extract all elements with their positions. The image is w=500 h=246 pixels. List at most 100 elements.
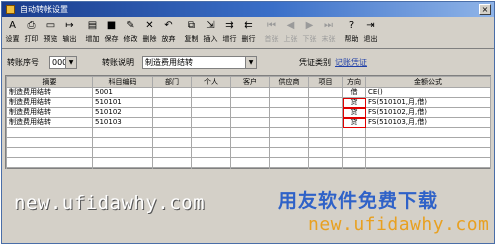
table-cell[interactable] bbox=[269, 147, 309, 158]
table-cell[interactable] bbox=[191, 107, 231, 118]
table-cell[interactable] bbox=[269, 117, 309, 128]
table-cell[interactable] bbox=[152, 147, 192, 158]
table-cell[interactable] bbox=[308, 117, 343, 128]
table-cell[interactable]: 制造费用结转 bbox=[6, 107, 93, 118]
table-cell[interactable] bbox=[308, 137, 343, 148]
column-header[interactable]: 个人 bbox=[191, 76, 231, 88]
table-cell[interactable] bbox=[191, 147, 231, 158]
table-cell[interactable] bbox=[342, 127, 366, 138]
table-cell[interactable]: 制造费用结转 bbox=[6, 97, 93, 108]
table-cell[interactable]: 510101 bbox=[92, 97, 153, 108]
table-cell[interactable] bbox=[269, 127, 309, 138]
toolbar-button-10[interactable]: ⇲ 插入 bbox=[201, 18, 220, 46]
table-cell[interactable] bbox=[191, 117, 231, 128]
toolbar-button-12[interactable]: ⇇ 删行 bbox=[239, 18, 258, 46]
table-cell[interactable]: 510102 bbox=[92, 107, 153, 118]
toolbar-button-14[interactable]: ◀ 上张 bbox=[281, 18, 300, 46]
column-header[interactable]: 项目 bbox=[308, 76, 343, 88]
toolbar-button-17[interactable]: ? 帮助 bbox=[342, 18, 361, 46]
table-cell[interactable] bbox=[230, 137, 270, 148]
table-row[interactable]: 制造费用结转 510102 贷 FS(510102,月,借) bbox=[6, 107, 491, 118]
toolbar-button-5[interactable]: ■ 保存 bbox=[102, 18, 121, 46]
column-header[interactable]: 客户 bbox=[230, 76, 270, 88]
toolbar-button-1[interactable]: ⎙ 打印 bbox=[22, 18, 41, 46]
column-header[interactable]: 科目编码 bbox=[92, 76, 153, 88]
table-cell[interactable] bbox=[342, 147, 366, 158]
table-cell[interactable] bbox=[191, 97, 231, 108]
table-cell[interactable]: CE() bbox=[365, 87, 491, 98]
voucher-type-link[interactable]: 记账凭证 bbox=[335, 57, 367, 69]
table-cell[interactable] bbox=[230, 97, 270, 108]
table-cell[interactable] bbox=[230, 157, 270, 168]
table-row[interactable]: 制造费用结转 510103 贷 FS(510103,月,借) bbox=[6, 117, 491, 128]
table-cell[interactable]: 5001 bbox=[92, 87, 153, 98]
table-cell[interactable]: 贷 bbox=[342, 117, 366, 128]
table-cell[interactable] bbox=[365, 127, 491, 138]
toolbar-button-2[interactable]: ▭ 预览 bbox=[41, 18, 60, 46]
table-cell[interactable] bbox=[269, 107, 309, 118]
table-cell[interactable] bbox=[92, 137, 153, 148]
table-cell[interactable]: 贷 bbox=[342, 107, 366, 118]
toolbar-button-3[interactable]: ↦ 输出 bbox=[60, 18, 79, 46]
table-cell[interactable] bbox=[191, 87, 231, 98]
table-cell[interactable] bbox=[269, 157, 309, 168]
toolbar-button-9[interactable]: ⧉ 复制 bbox=[182, 18, 201, 46]
table-cell[interactable] bbox=[308, 147, 343, 158]
table-cell[interactable] bbox=[308, 107, 343, 118]
table-cell[interactable] bbox=[152, 87, 192, 98]
table-cell[interactable] bbox=[269, 87, 309, 98]
table-cell[interactable] bbox=[269, 137, 309, 148]
table-cell[interactable] bbox=[191, 127, 231, 138]
table-cell[interactable] bbox=[230, 107, 270, 118]
toolbar-button-0[interactable]: A 设置 bbox=[3, 18, 22, 46]
table-cell[interactable]: 借 bbox=[342, 87, 366, 98]
toolbar-button-7[interactable]: ✕ 删除 bbox=[140, 18, 159, 46]
table-cell[interactable] bbox=[191, 157, 231, 168]
table-cell[interactable] bbox=[230, 147, 270, 158]
table-cell[interactable]: FS(510101,月,借) bbox=[365, 97, 491, 108]
chevron-down-icon[interactable]: ▼ bbox=[65, 57, 76, 68]
table-cell[interactable] bbox=[6, 147, 93, 158]
table-cell[interactable] bbox=[365, 147, 491, 158]
table-cell[interactable] bbox=[342, 157, 366, 168]
table-cell[interactable] bbox=[308, 97, 343, 108]
toolbar-button-16[interactable]: ⏭ 末张 bbox=[319, 18, 338, 46]
seq-select[interactable]: 0001 ▼ bbox=[49, 56, 77, 69]
table-row[interactable] bbox=[6, 137, 491, 148]
table-cell[interactable] bbox=[308, 157, 343, 168]
toolbar-button-13[interactable]: ⏮ 首张 bbox=[262, 18, 281, 46]
table-cell[interactable] bbox=[152, 117, 192, 128]
table-row[interactable] bbox=[6, 147, 491, 158]
toolbar-button-4[interactable]: ▤ 增加 bbox=[83, 18, 102, 46]
toolbar-button-8[interactable]: ↶ 放弃 bbox=[159, 18, 178, 46]
table-cell[interactable] bbox=[365, 137, 491, 148]
table-cell[interactable] bbox=[92, 147, 153, 158]
toolbar-button-15[interactable]: ▶ 下张 bbox=[300, 18, 319, 46]
table-row[interactable] bbox=[6, 157, 491, 168]
desc-select[interactable]: 制造费用结转 ▼ bbox=[142, 56, 257, 69]
table-cell[interactable]: FS(510102,月,借) bbox=[365, 107, 491, 118]
table-cell[interactable] bbox=[6, 137, 93, 148]
table-cell[interactable] bbox=[152, 157, 192, 168]
table-cell[interactable]: 制造费用结转 bbox=[6, 87, 93, 98]
table-cell[interactable]: FS(510103,月,借) bbox=[365, 117, 491, 128]
toolbar-button-11[interactable]: ⇉ 增行 bbox=[220, 18, 239, 46]
table-cell[interactable]: 510103 bbox=[92, 117, 153, 128]
toolbar-button-18[interactable]: ⇥ 退出 bbox=[361, 18, 380, 46]
table-row[interactable]: 制造费用结转 5001 借 CE() bbox=[6, 87, 491, 98]
table-cell[interactable] bbox=[342, 137, 366, 148]
table-cell[interactable] bbox=[308, 127, 343, 138]
table-cell[interactable] bbox=[230, 127, 270, 138]
column-header[interactable]: 金额公式 bbox=[365, 76, 491, 88]
table-cell[interactable] bbox=[152, 107, 192, 118]
table-cell[interactable]: 贷 bbox=[342, 97, 366, 108]
table-cell[interactable] bbox=[230, 117, 270, 128]
column-header[interactable]: 方向 bbox=[342, 76, 366, 88]
table-cell[interactable] bbox=[308, 87, 343, 98]
column-header[interactable]: 部门 bbox=[152, 76, 192, 88]
table-cell[interactable] bbox=[152, 97, 192, 108]
table-cell[interactable] bbox=[92, 127, 153, 138]
table-row[interactable] bbox=[6, 127, 491, 138]
table-cell[interactable]: 制造费用结转 bbox=[6, 117, 93, 128]
chevron-down-icon[interactable]: ▼ bbox=[245, 57, 256, 68]
